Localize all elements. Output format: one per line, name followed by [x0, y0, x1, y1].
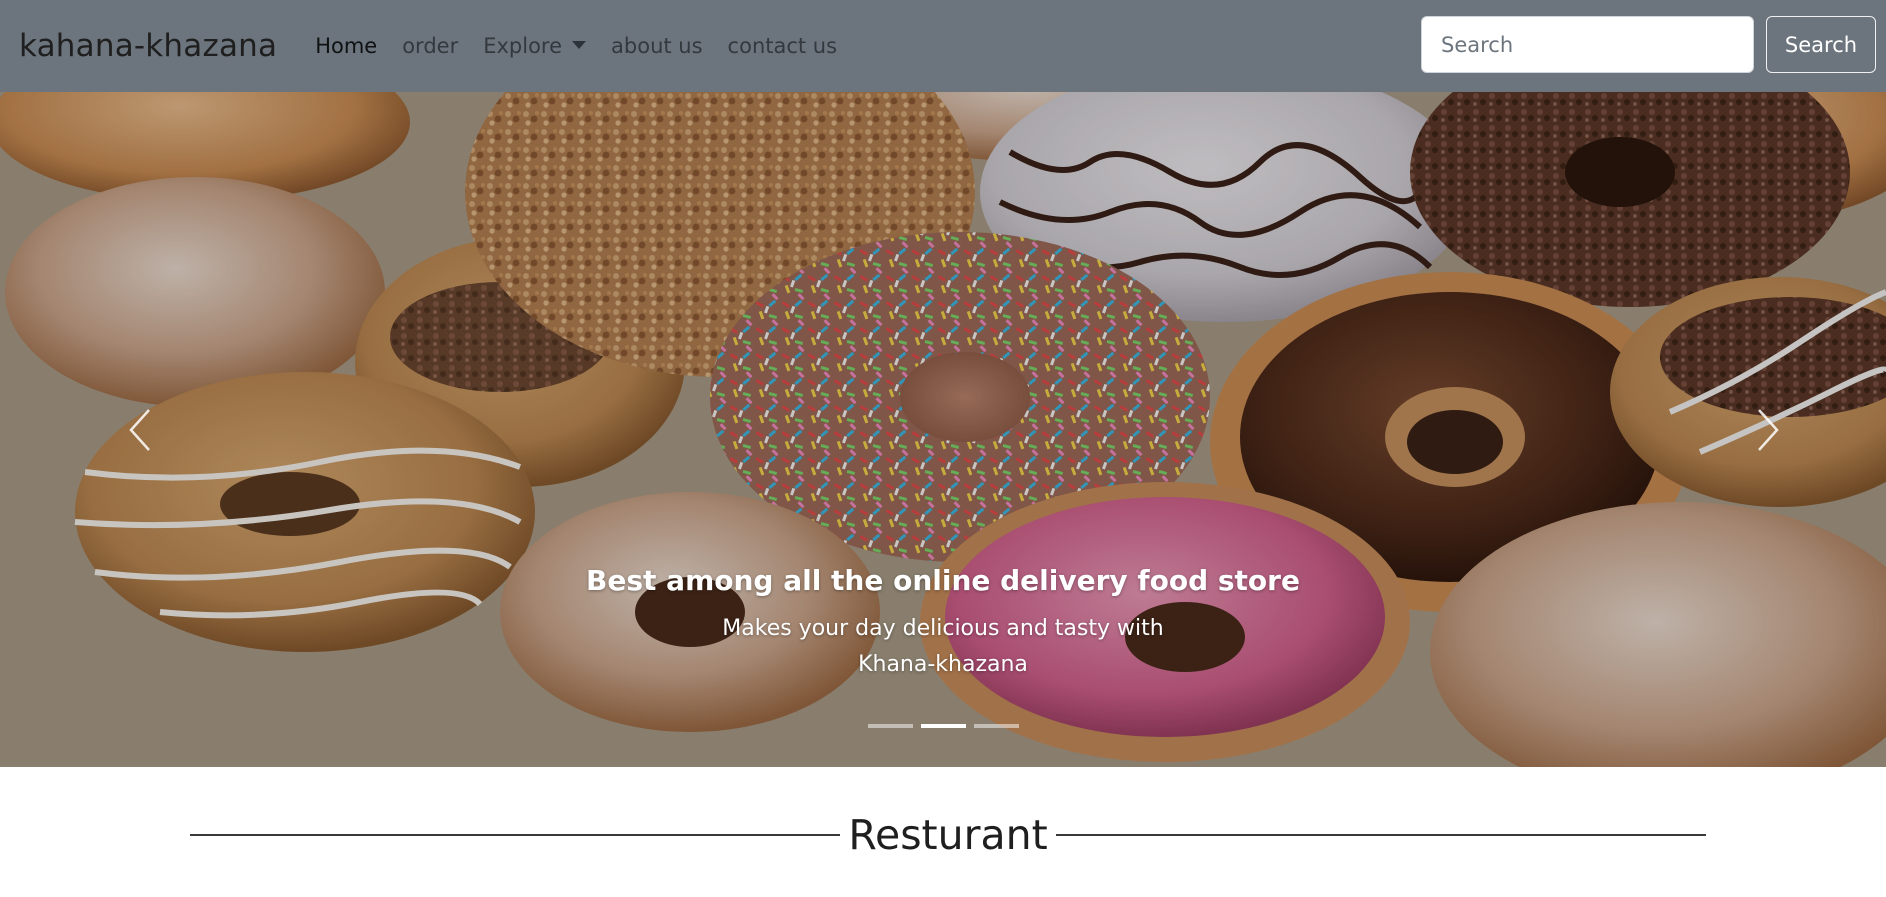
hero-carousel: Best among all the online delivery food …: [0, 92, 1886, 767]
search-input[interactable]: [1421, 16, 1754, 73]
brand-logo-text[interactable]: kahana-khazana: [19, 28, 277, 64]
caption-text: Makes your day delicious and tasty with …: [722, 616, 1164, 677]
nav-link-about-us[interactable]: about us: [611, 34, 703, 58]
caret-down-icon: [572, 41, 587, 49]
carousel-indicators: [0, 724, 1886, 728]
chevron-right-icon: [1758, 408, 1779, 451]
search-button[interactable]: Search: [1766, 16, 1876, 73]
nav-dropdown-explore-label: Explore: [483, 34, 563, 58]
carousel-indicator-3[interactable]: [973, 724, 1019, 728]
heading-rule-right: [1055, 834, 1706, 836]
nav-dropdown-explore[interactable]: Explore: [483, 34, 587, 58]
heading-rule-left: [190, 834, 841, 836]
carousel-caption: Best among all the online delivery food …: [0, 564, 1886, 683]
section-title: Resturant: [848, 811, 1048, 859]
nav-links: Home order Explore about us contact us: [315, 34, 862, 58]
carousel-indicator-1[interactable]: [867, 724, 913, 728]
nav-link-order[interactable]: order: [402, 34, 458, 58]
caption-title: Best among all the online delivery food …: [586, 564, 1300, 597]
carousel-indicator-2[interactable]: [920, 724, 966, 728]
nav-link-home[interactable]: Home: [315, 34, 377, 58]
nav-link-contact-us[interactable]: contact us: [728, 34, 838, 58]
search-form: Search: [1421, 16, 1876, 73]
navbar: kahana-khazana Home order Explore about …: [0, 0, 1886, 92]
section-heading: Resturant: [190, 810, 1706, 860]
chevron-left-icon: [129, 408, 150, 451]
